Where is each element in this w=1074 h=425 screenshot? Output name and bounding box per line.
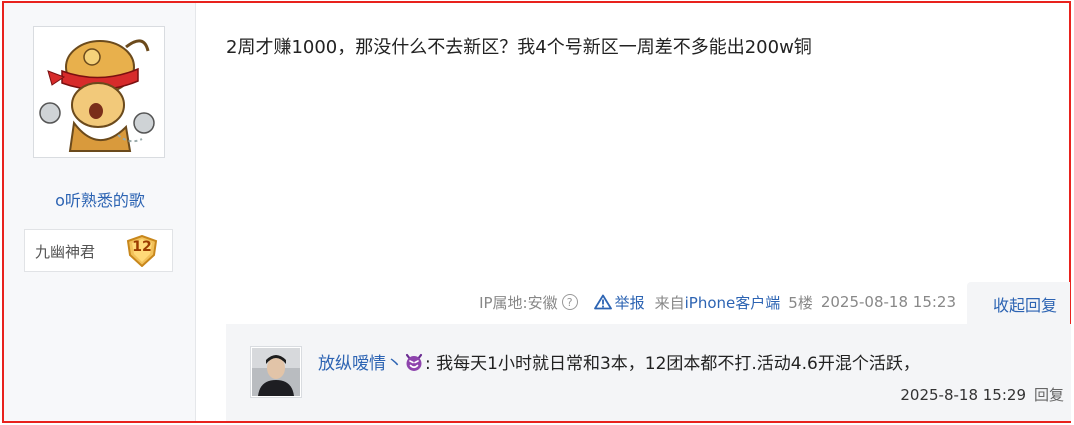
reply-content: : 我每天1小时就日常和3本，12团本都不打.活动4.6开混个活跃， — [425, 354, 920, 374]
level-badge[interactable]: 九幽神君 12 — [24, 229, 173, 272]
reply-timestamp: 2025-8-18 15:29 — [900, 386, 1026, 404]
reply-username-link[interactable]: 放纵嗳情丶 — [318, 349, 403, 374]
avatar-cartoon-icon — [34, 27, 164, 157]
devil-emoji-icon — [405, 353, 423, 371]
ip-location: IP属地:安徽 — [479, 293, 558, 312]
from-prefix-text: 来自 — [654, 293, 685, 312]
warning-icon — [593, 294, 612, 310]
post-timestamp: 2025-08-18 15:23 — [820, 293, 956, 311]
client-link[interactable]: iPhone客户端 — [685, 294, 781, 312]
author-avatar[interactable] — [33, 26, 165, 158]
collapse-replies-button[interactable]: 收起回复 — [993, 292, 1057, 316]
reply-meta: 2025-8-18 15:29 回复 — [900, 384, 1064, 405]
from-prefix: 来自iPhone客户端 — [655, 292, 781, 313]
reply-avatar-photo-icon — [252, 348, 300, 396]
reply-user-avatar[interactable] — [250, 346, 302, 398]
floor-number: 5楼 — [788, 293, 813, 312]
post-content: 2周才赚1000，那没什么不去新区？我4个号新区一周差不多能出200w铜 — [226, 37, 812, 58]
level-number: 12 — [132, 239, 152, 255]
report-button[interactable]: 举报 — [593, 292, 645, 313]
level-title: 九幽神君 — [35, 243, 96, 261]
reply-line: 放纵嗳情丶 : 我每天1小时就日常和3本，12团本都不打.活动4.6开混个活跃， — [318, 349, 920, 374]
report-label: 举报 — [614, 293, 645, 312]
author-column: o听熟悉的歌 九幽神君 12 — [4, 3, 196, 421]
post-meta: IP属地:安徽 ? 举报 来自iPhone客户端 5楼 2025-08-18 1… — [471, 291, 956, 313]
reply-button[interactable]: 回复 — [1034, 386, 1064, 404]
author-name-link[interactable]: o听熟悉的歌 — [4, 187, 196, 211]
help-icon[interactable]: ? — [561, 294, 578, 310]
